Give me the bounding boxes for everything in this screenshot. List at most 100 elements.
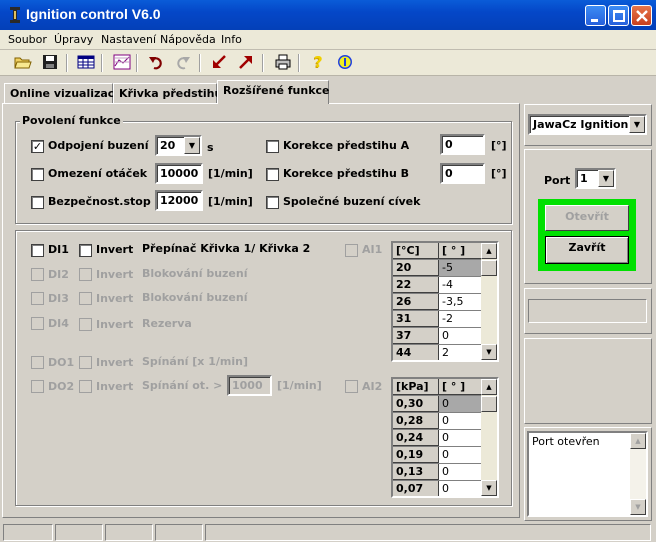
korekce-b-checkbox[interactable] bbox=[266, 168, 279, 181]
info-button[interactable] bbox=[334, 52, 356, 74]
do1-checkbox[interactable] bbox=[31, 356, 44, 369]
korekce-a-input[interactable]: 0 bbox=[440, 134, 485, 155]
window-title: Ignition control V6.0 bbox=[26, 6, 161, 22]
temp-row-value[interactable]: 0 bbox=[439, 328, 483, 344]
scroll-down-icon[interactable]: ▼ bbox=[481, 480, 497, 496]
pressure-row-value[interactable]: 0 bbox=[439, 430, 483, 446]
scroll-down-icon[interactable]: ▼ bbox=[630, 499, 646, 515]
di4-checkbox[interactable] bbox=[31, 317, 44, 330]
menu-upravy[interactable]: Úpravy bbox=[52, 32, 95, 47]
menu-info[interactable]: Info bbox=[219, 32, 244, 47]
odpojeni-buzeni-select[interactable]: 20 ▼ bbox=[155, 135, 202, 156]
korekce-a-checkbox[interactable] bbox=[266, 140, 279, 153]
di3-invert-checkbox[interactable] bbox=[79, 292, 92, 305]
chevron-down-icon[interactable]: ▼ bbox=[184, 137, 200, 154]
do2-invert-checkbox[interactable] bbox=[79, 380, 92, 393]
temp-row-key: 20 bbox=[393, 260, 439, 276]
di2-invert-checkbox[interactable] bbox=[79, 268, 92, 281]
redo-button[interactable] bbox=[172, 52, 194, 74]
pressure-row-value[interactable]: 0 bbox=[439, 464, 483, 480]
spolecne-buzeni-checkbox[interactable] bbox=[266, 196, 279, 209]
save-icon bbox=[42, 54, 58, 73]
bezpecnost-stop-input[interactable]: 12000 bbox=[155, 190, 203, 211]
di3-checkbox[interactable] bbox=[31, 292, 44, 305]
menu-napoveda[interactable]: Nápověda bbox=[158, 32, 218, 47]
toolbar-separator bbox=[101, 54, 103, 72]
table-button[interactable] bbox=[75, 52, 97, 74]
toolbar: ?? bbox=[0, 50, 656, 76]
toolbar-separator bbox=[199, 54, 201, 72]
ignition-app-icon bbox=[8, 6, 22, 24]
di1-invert-checkbox[interactable] bbox=[79, 244, 92, 257]
pressure-table-scrollbar[interactable]: ▲ ▼ bbox=[481, 379, 497, 496]
di4-function: Rezerva bbox=[142, 317, 192, 330]
undo-button[interactable] bbox=[145, 52, 167, 74]
do2-rpm-input[interactable]: 1000 bbox=[227, 375, 272, 396]
pressure-row-value[interactable]: 0 bbox=[439, 396, 483, 412]
temp-row-value[interactable]: -2 bbox=[439, 311, 483, 327]
chevron-down-icon[interactable]: ▼ bbox=[598, 170, 614, 187]
temp-row-value[interactable]: -5 bbox=[439, 260, 483, 276]
help-button[interactable]: ?? bbox=[307, 52, 329, 74]
tab-rozsirene-funkce[interactable]: Rozšířené funkce bbox=[217, 80, 330, 104]
korekce-b-input[interactable]: 0 bbox=[440, 163, 485, 184]
upload-button[interactable] bbox=[235, 52, 257, 74]
temp-row-value[interactable]: -3,5 bbox=[439, 294, 483, 310]
status-section bbox=[105, 524, 153, 541]
toolbar-separator bbox=[136, 54, 138, 72]
save-button[interactable] bbox=[39, 52, 61, 74]
pressure-header-kpa: [kPa] bbox=[393, 379, 439, 395]
port-select[interactable]: 1 ▼ bbox=[575, 168, 616, 189]
tab-online-vizualizace[interactable]: Online vizualizace bbox=[4, 83, 122, 103]
di1-checkbox[interactable] bbox=[31, 244, 44, 257]
di4-invert-checkbox[interactable] bbox=[79, 318, 92, 331]
pressure-row-value[interactable]: 0 bbox=[439, 447, 483, 463]
menu-nastaveni[interactable]: Nastavení bbox=[99, 32, 158, 47]
scroll-up-icon[interactable]: ▲ bbox=[481, 243, 497, 259]
pressure-row-value[interactable]: 0 bbox=[439, 413, 483, 429]
maximize-button[interactable] bbox=[608, 5, 629, 26]
pressure-row-key: 0,28 bbox=[393, 413, 439, 429]
tab-krivka-predstihu[interactable]: Křivka předstihu bbox=[113, 83, 222, 103]
download-button[interactable] bbox=[208, 52, 230, 74]
close-button[interactable] bbox=[631, 5, 652, 26]
minimize-button[interactable] bbox=[585, 5, 606, 26]
korekce-a-unit: [°] bbox=[491, 139, 507, 152]
do1-invert-checkbox[interactable] bbox=[79, 356, 92, 369]
menu-soubor[interactable]: Soubor bbox=[6, 32, 49, 47]
di3-function: Blokování buzení bbox=[142, 291, 248, 304]
chart-button[interactable] bbox=[111, 52, 133, 74]
close-port-button[interactable]: Zavřít bbox=[545, 236, 629, 264]
pressure-table[interactable]: [kPa] [ ° ] 0,30 0 0,28 0 0,24 0 0,19 0 … bbox=[391, 377, 499, 498]
print-button[interactable] bbox=[272, 52, 294, 74]
odpojeni-buzeni-checkbox[interactable]: ✓ bbox=[31, 140, 44, 153]
menu-bar: Soubor Úpravy Nastavení Nápověda Info bbox=[0, 30, 656, 50]
di2-checkbox[interactable] bbox=[31, 268, 44, 281]
omezeni-otacek-unit: [1/min] bbox=[208, 167, 253, 180]
scroll-thumb[interactable] bbox=[481, 260, 497, 276]
bezpecnost-stop-checkbox[interactable] bbox=[31, 196, 44, 209]
do2-checkbox[interactable] bbox=[31, 380, 44, 393]
title-bar[interactable]: Ignition control V6.0 bbox=[0, 0, 656, 30]
temp-table-scrollbar[interactable]: ▲ ▼ bbox=[481, 243, 497, 360]
pressure-row-key: 0,07 bbox=[393, 481, 439, 496]
pressure-row-value[interactable]: 0 bbox=[439, 481, 483, 496]
open-port-button[interactable]: Otevřít bbox=[545, 205, 629, 231]
temp-row-value[interactable]: 2 bbox=[439, 345, 483, 360]
scroll-up-icon[interactable]: ▲ bbox=[630, 433, 646, 449]
ai1-checkbox[interactable] bbox=[345, 244, 358, 257]
chart-icon bbox=[113, 54, 131, 73]
chevron-down-icon[interactable]: ▼ bbox=[629, 116, 645, 133]
open-button[interactable] bbox=[12, 52, 34, 74]
omezeni-otacek-checkbox[interactable] bbox=[31, 168, 44, 181]
temp-row-value[interactable]: -4 bbox=[439, 277, 483, 293]
log-scrollbar[interactable]: ▲ ▼ bbox=[630, 433, 646, 515]
scroll-down-icon[interactable]: ▼ bbox=[481, 344, 497, 360]
log-memo[interactable]: Port otevřen ▲ ▼ bbox=[527, 431, 648, 517]
ai2-checkbox[interactable] bbox=[345, 380, 358, 393]
device-select[interactable]: JawaCz Ignition ▼ bbox=[528, 114, 647, 135]
omezeni-otacek-input[interactable]: 10000 bbox=[155, 163, 203, 184]
temperature-table[interactable]: [°C] [ ° ] 20 -5 22 -4 26 -3,5 31 -2 37 … bbox=[391, 241, 499, 362]
scroll-thumb[interactable] bbox=[481, 396, 497, 412]
scroll-up-icon[interactable]: ▲ bbox=[481, 379, 497, 395]
